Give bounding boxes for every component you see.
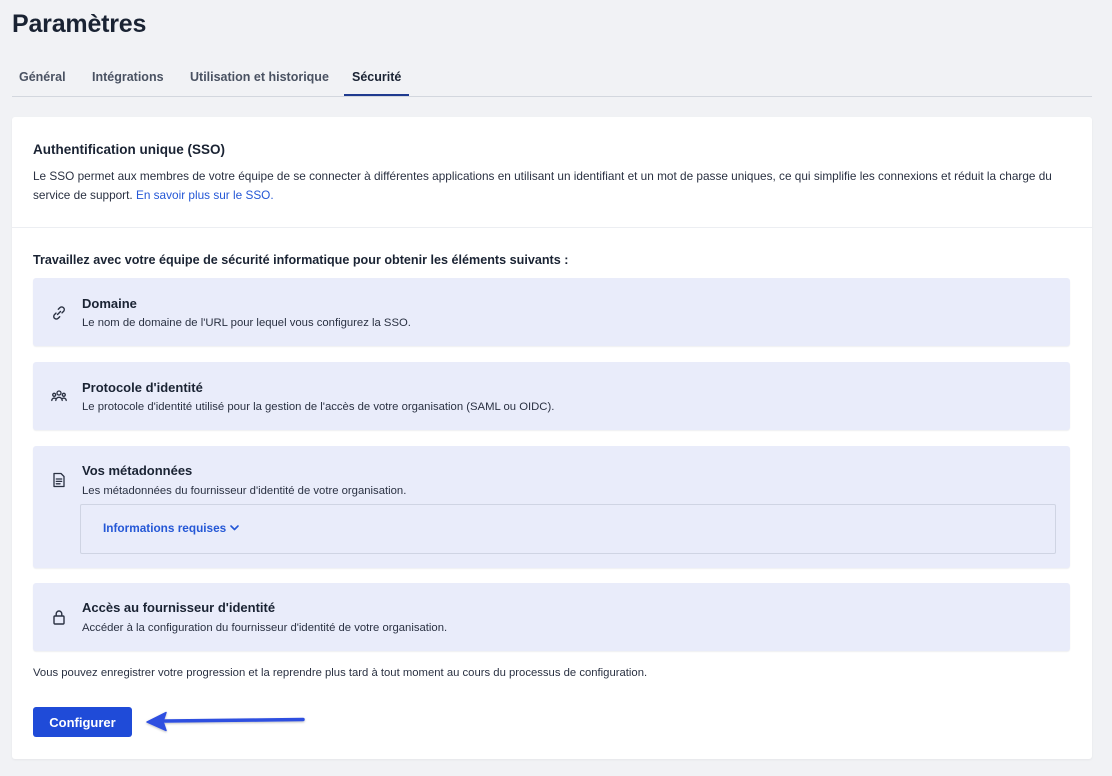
configure-button[interactable]: Configurer <box>33 707 132 737</box>
requirements-title: Travaillez avec votre équipe de sécurité… <box>33 253 569 267</box>
required-info-panel: Informations requises <box>80 504 1056 554</box>
learn-more-link[interactable]: En savoir plus sur le SSO. <box>136 188 274 202</box>
annotation-arrow-icon <box>146 711 305 732</box>
required-info-toggle[interactable]: Informations requises <box>103 521 240 536</box>
requirement-identity-protocol: Protocole d'identité Le protocole d'iden… <box>33 362 1070 430</box>
tab-general[interactable]: Général <box>19 60 66 95</box>
requirement-title: Protocole d'identité <box>82 380 203 395</box>
sso-description: Le SSO permet aux membres de votre équip… <box>33 167 1063 205</box>
document-icon <box>50 471 68 489</box>
security-card: Authentification unique (SSO) Le SSO per… <box>12 117 1092 759</box>
tab-security[interactable]: Sécurité <box>343 60 410 96</box>
requirement-title: Vos métadonnées <box>82 463 193 478</box>
users-icon <box>50 387 68 405</box>
chevron-down-icon <box>229 522 240 536</box>
tab-integrations[interactable]: Intégrations <box>92 60 164 95</box>
sso-title: Authentification unique (SSO) <box>33 142 225 157</box>
requirement-description: Le protocole d'identité utilisé pour la … <box>82 401 555 413</box>
requirement-domain: Domaine Le nom de domaine de l'URL pour … <box>33 278 1070 346</box>
sso-section: Authentification unique (SSO) Le SSO per… <box>12 117 1092 228</box>
requirement-description: Accéder à la configuration du fournisseu… <box>82 622 448 634</box>
lock-icon <box>50 608 68 626</box>
required-info-label: Informations requises <box>103 521 227 535</box>
requirement-description: Les métadonnées du fournisseur d'identit… <box>82 485 407 497</box>
requirement-metadata: Vos métadonnées Les métadonnées du fourn… <box>33 446 1070 568</box>
requirement-title: Domaine <box>82 296 137 311</box>
tab-usage-history[interactable]: Utilisation et historique <box>190 60 329 95</box>
settings-tabs: Général Intégrations Utilisation et hist… <box>12 60 1092 97</box>
requirement-title: Accès au fournisseur d'identité <box>82 600 276 615</box>
requirement-idp-access: Accès au fournisseur d'identité Accéder … <box>33 583 1070 651</box>
page-title: Paramètres <box>12 10 147 38</box>
link-icon <box>50 304 68 322</box>
requirement-description: Le nom de domaine de l'URL pour lequel v… <box>82 317 411 329</box>
save-progress-note: Vous pouvez enregistrer votre progressio… <box>33 667 648 679</box>
